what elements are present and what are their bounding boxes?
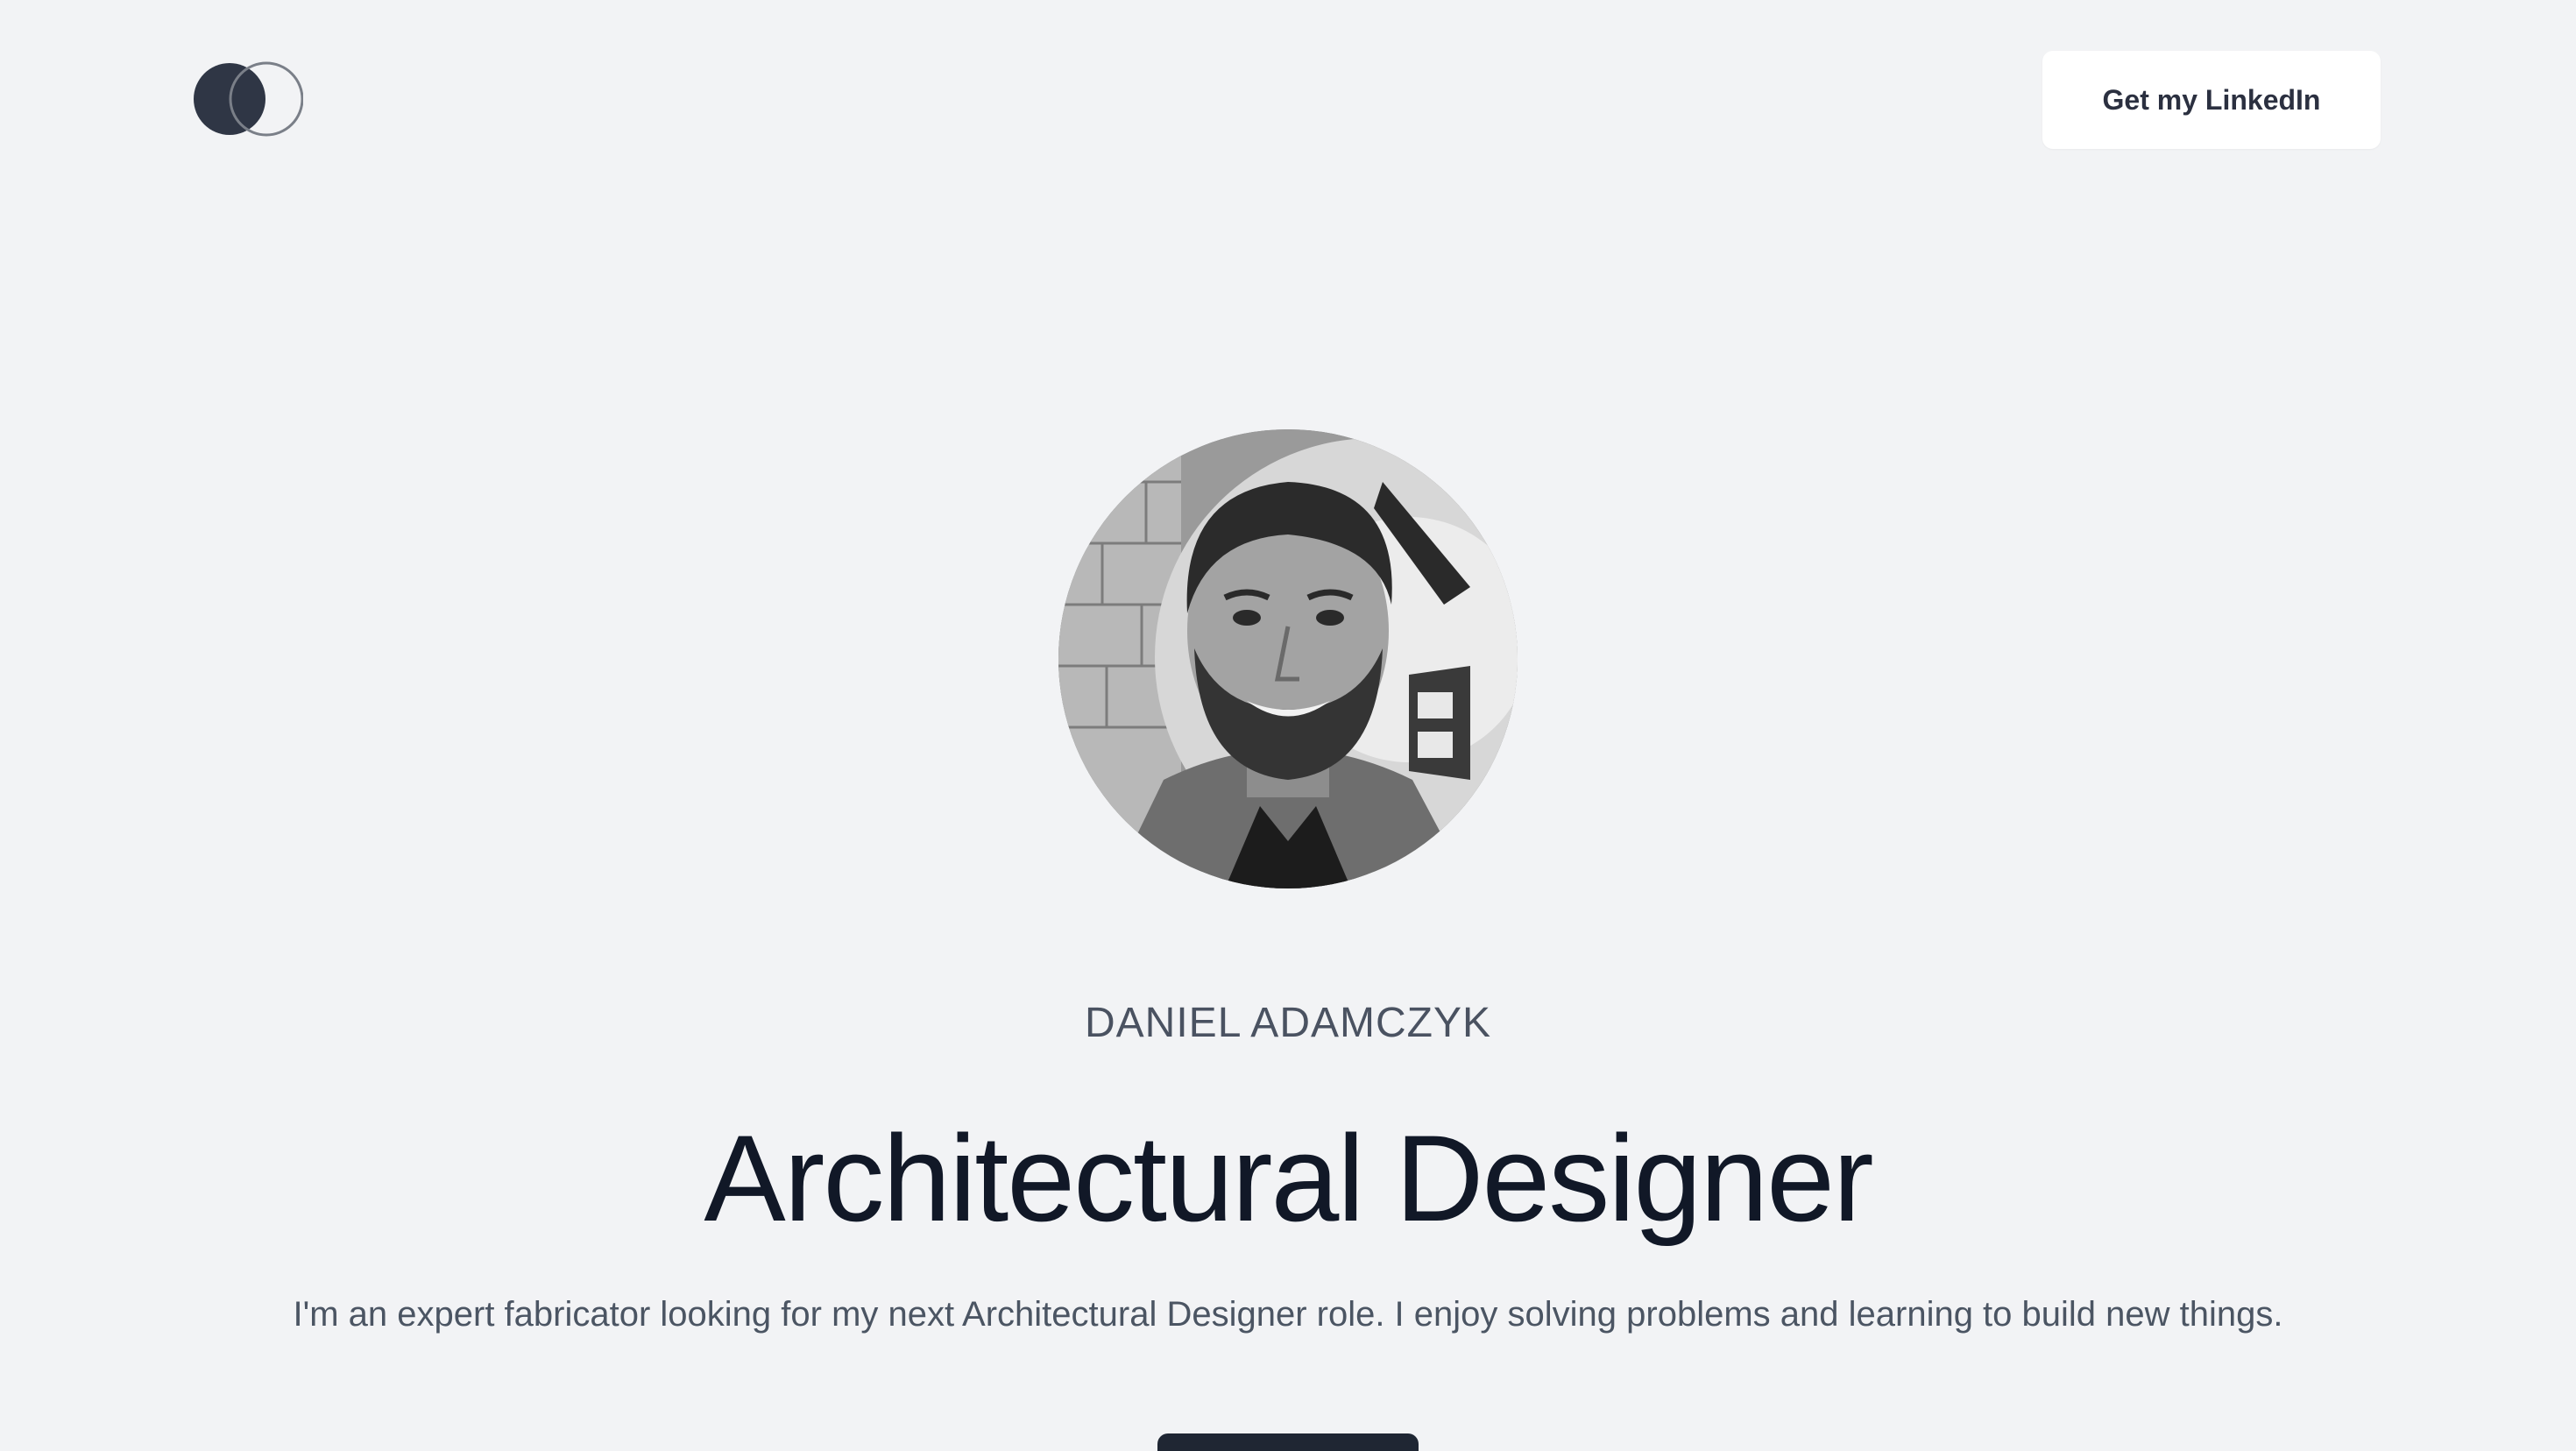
primary-cta-button[interactable]	[1157, 1433, 1419, 1451]
logo-icon[interactable]	[193, 61, 303, 137]
avatar	[1058, 429, 1518, 888]
page-title: Architectural Designer	[704, 1109, 1873, 1247]
linkedin-button[interactable]: Get my LinkedIn	[2042, 51, 2381, 149]
person-name: DANIEL ADAMCZYK	[1085, 1000, 1491, 1046]
hero-description: I'm an expert fabricator looking for my …	[293, 1295, 2283, 1334]
profile-photo-icon	[1058, 429, 1518, 888]
